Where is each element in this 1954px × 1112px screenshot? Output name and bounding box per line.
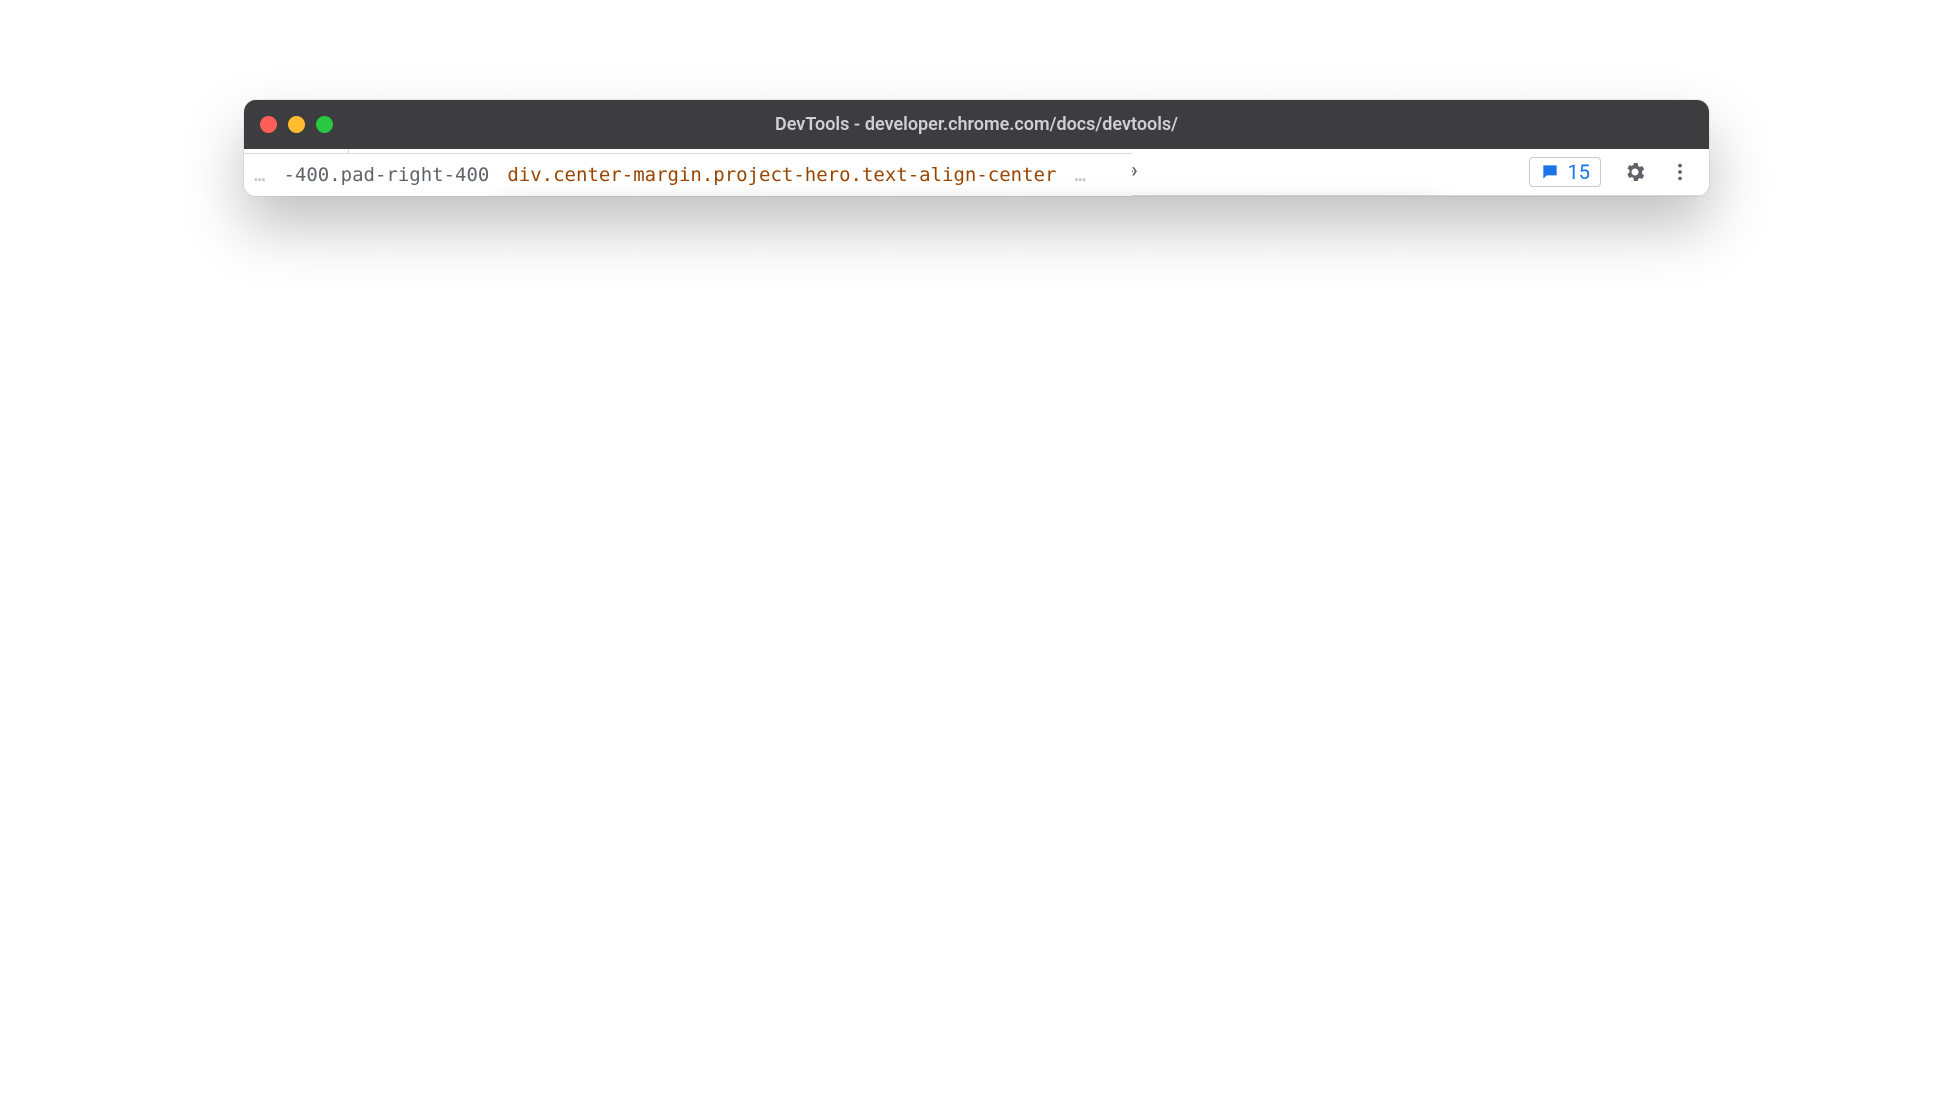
breadcrumb-item-selected[interactable]: div.center-margin.project-hero.text-alig…: [507, 164, 1056, 186]
window-close-button[interactable]: [260, 116, 277, 133]
kebab-menu-icon[interactable]: [1669, 161, 1691, 183]
traffic-lights: [260, 116, 333, 133]
titlebar: DevTools - developer.chrome.com/docs/dev…: [244, 100, 1709, 149]
breadcrumb-ellipsis-left[interactable]: …: [254, 164, 265, 186]
window-title: DevTools - developer.chrome.com/docs/dev…: [244, 114, 1709, 135]
settings-gear-icon[interactable]: [1623, 160, 1647, 184]
window-maximize-button[interactable]: [316, 116, 333, 133]
window-minimize-button[interactable]: [288, 116, 305, 133]
breadcrumb-ellipsis-right[interactable]: …: [1074, 164, 1085, 186]
issues-counter[interactable]: 15: [1529, 157, 1601, 187]
elements-breadcrumbs[interactable]: … -400.pad-right-400 div.center-margin.p…: [244, 153, 1132, 196]
issues-chat-icon: [1540, 162, 1560, 182]
issues-count: 15: [1568, 160, 1590, 184]
breadcrumb-item[interactable]: -400.pad-right-400: [283, 164, 489, 186]
devtools-window: DevTools - developer.chrome.com/docs/dev…: [244, 100, 1709, 196]
